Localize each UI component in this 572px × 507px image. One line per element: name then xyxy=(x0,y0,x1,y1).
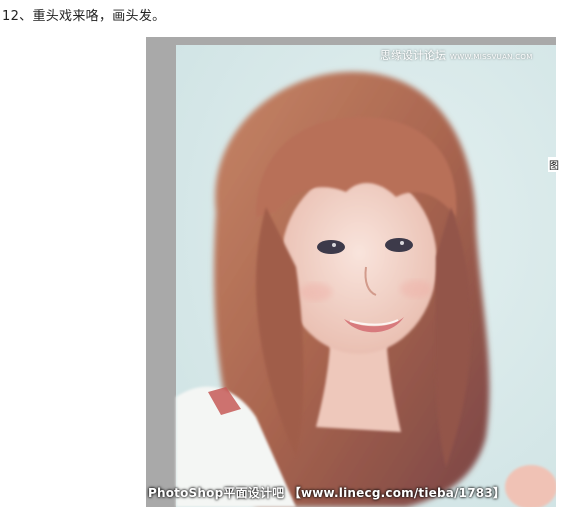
portrait-illustration xyxy=(176,45,556,507)
watermark-bottom: PhotoShop平面设计吧 【www.linecg.com/tieba/178… xyxy=(148,486,506,500)
watermark-top: 思缘设计论坛 WWW.MISSVUAN.COM xyxy=(380,47,533,63)
step-caption: 12、重头戏来咯，画头发。 xyxy=(2,9,166,24)
left-eye xyxy=(317,240,345,254)
right-eye xyxy=(385,238,413,252)
side-label: 图 xyxy=(548,157,560,172)
watermark-top-site: WWW.MISSVUAN.COM xyxy=(450,53,533,61)
tutorial-image xyxy=(146,37,556,507)
watermark-top-cn: 思缘设计论坛 xyxy=(380,49,446,62)
